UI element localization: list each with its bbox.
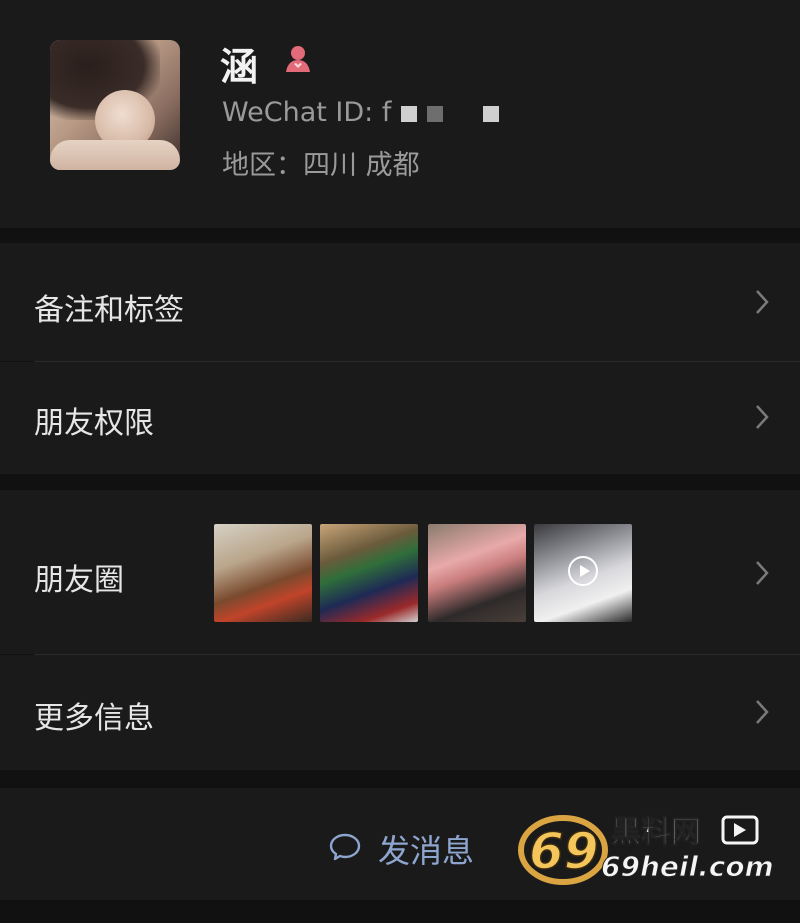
moments-label: 朋友圈 <box>34 563 124 598</box>
row-remarks-tags[interactable]: 备注和标签 <box>0 243 800 361</box>
chevron-right-icon <box>756 561 769 585</box>
svg-text:69: 69 <box>529 822 599 880</box>
remarks-tags-label: 备注和标签 <box>34 293 184 328</box>
chat-bubble-icon <box>329 833 361 861</box>
section-gap <box>0 228 800 238</box>
moments-thumb-3[interactable] <box>428 524 526 622</box>
play-icon <box>568 556 598 586</box>
svg-text:69heil.com: 69heil.com <box>601 850 774 883</box>
chevron-right-icon <box>756 405 769 429</box>
moments-thumb-4[interactable] <box>534 524 632 622</box>
row-friend-permissions[interactable]: 朋友权限 <box>0 362 800 474</box>
moments-thumb-2[interactable] <box>320 524 418 622</box>
more-info-label: 更多信息 <box>34 701 154 736</box>
chevron-right-icon <box>756 290 769 314</box>
svg-text:黑料网: 黑料网 <box>611 815 701 850</box>
chevron-right-icon <box>756 700 769 724</box>
section-gap <box>0 770 800 788</box>
redaction-mark <box>427 105 444 122</box>
redaction-mark <box>483 105 500 122</box>
profile-name: 涵 <box>220 45 259 89</box>
profile-header: 涵 WeChat ID: f 地区：四川 成都 <box>0 0 800 228</box>
redaction-mark <box>401 105 418 122</box>
row-more-info[interactable]: 更多信息 <box>0 655 800 770</box>
moments-thumb-1[interactable] <box>214 524 312 622</box>
female-icon <box>286 46 310 72</box>
send-message-label: 发消息 <box>378 832 475 870</box>
avatar[interactable] <box>50 40 180 170</box>
wechat-id-text: WeChat ID: f <box>222 97 392 128</box>
section-gap <box>0 474 800 490</box>
avatar-arm <box>50 140 180 170</box>
profile-region: 地区：四川 成都 <box>222 150 420 181</box>
wechat-id: WeChat ID: f <box>222 97 500 128</box>
friend-permissions-label: 朋友权限 <box>34 406 154 441</box>
watermark-logo: 69 黑料网 69heil.com <box>518 815 774 885</box>
